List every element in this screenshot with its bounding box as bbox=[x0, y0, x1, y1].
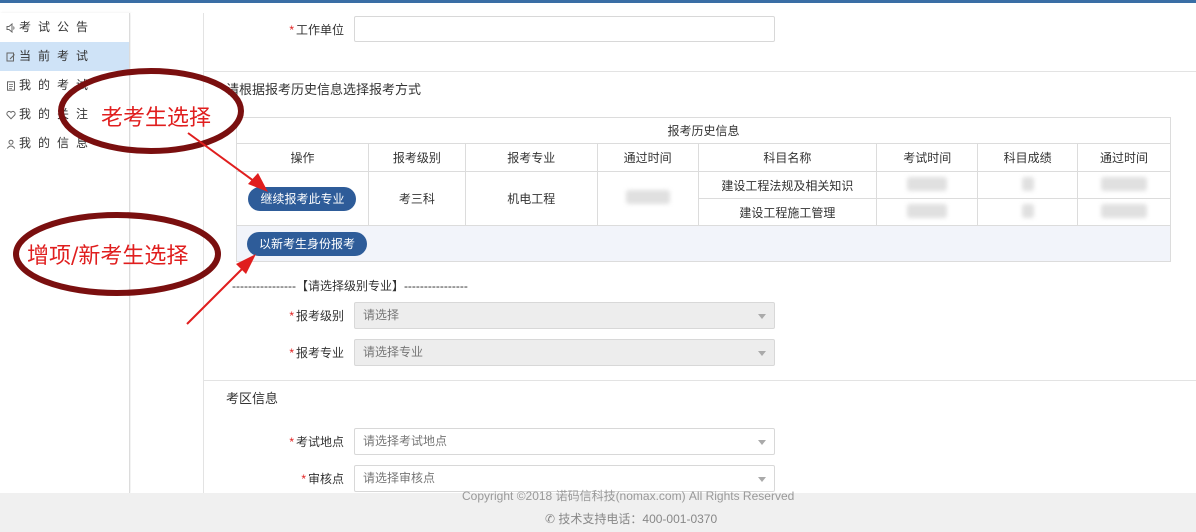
speaker-icon bbox=[5, 22, 17, 34]
redacted-value bbox=[907, 203, 948, 218]
redacted-value bbox=[625, 190, 670, 204]
redacted-value bbox=[1021, 176, 1034, 191]
register-as-new-candidate-button[interactable]: 以新考生身份报考 bbox=[247, 231, 368, 256]
column-header-pass-time: 通过时间 bbox=[596, 143, 699, 172]
chevron-down-icon bbox=[758, 314, 766, 319]
column-header-action: 操作 bbox=[236, 143, 369, 172]
new-candidate-annotation: 增项/新考生选择 bbox=[27, 244, 189, 269]
exam-location-label: * 考试地点 bbox=[289, 435, 344, 449]
column-header-level: 报考级别 bbox=[367, 143, 466, 172]
major-select[interactable]: 请选择专业 bbox=[354, 339, 775, 366]
sidebar-item-label: 当前考试 bbox=[19, 49, 96, 63]
subject-pass-time-cell bbox=[1077, 198, 1171, 226]
sidebar-item-label: 考试公告 bbox=[19, 20, 96, 34]
exam-location-row: * 考试地点 请选择考试地点 bbox=[204, 428, 775, 455]
pass-time-cell bbox=[596, 171, 699, 226]
copyright-text: Copyright ©2018 诺码信科技(nomax.com) All Rig… bbox=[462, 489, 795, 503]
heart-icon bbox=[5, 109, 17, 121]
chevron-down-icon bbox=[758, 477, 766, 482]
continue-major-button[interactable]: 继续报考此专业 bbox=[248, 186, 357, 211]
redacted-value bbox=[907, 176, 948, 191]
major-cell: 机电工程 bbox=[464, 171, 598, 226]
history-table: 报考历史信息 操作 报考级别 报考专业 通过时间 科目名称 考试时间 科目成绩 … bbox=[236, 117, 1171, 262]
user-icon bbox=[5, 138, 17, 150]
main-content: * 工作单位 请根据报考历史信息选择报考方式 报考历史信息 操作 报考级别 报考专… bbox=[203, 13, 1196, 493]
major-row: * 报考专业 请选择专业 bbox=[204, 339, 775, 366]
column-header-subject: 科目名称 bbox=[697, 143, 878, 172]
top-bar bbox=[0, 0, 1196, 3]
subject-cell: 建设工程施工管理 bbox=[697, 198, 878, 226]
exam-time-cell bbox=[876, 198, 979, 226]
section-divider bbox=[204, 71, 1196, 72]
table-row: 继续报考此专业 考三科 机电工程 建设工程法规及相关知识 bbox=[236, 171, 1171, 226]
work-unit-input[interactable] bbox=[354, 16, 775, 42]
sidebar-item-label: 我的考试 bbox=[19, 78, 96, 92]
exam-area-title: 考区信息 bbox=[220, 388, 285, 407]
column-header-score: 科目成绩 bbox=[977, 143, 1079, 172]
level-cell: 考三科 bbox=[367, 171, 466, 226]
major-label: * 报考专业 bbox=[289, 346, 344, 360]
history-table-caption: 报考历史信息 bbox=[236, 117, 1171, 144]
level-row: * 报考级别 请选择 bbox=[204, 302, 775, 329]
history-section-title: 请根据报考历史信息选择报考方式 bbox=[220, 79, 428, 98]
select-level-major-divider: ----------------【请选择级别专业】---------------… bbox=[232, 279, 468, 293]
chevron-down-icon bbox=[758, 440, 766, 445]
review-point-label: * 审核点 bbox=[301, 472, 344, 486]
redacted-value bbox=[1021, 203, 1034, 218]
sidebar-item-my-exams[interactable]: 我的考试 bbox=[0, 71, 129, 100]
sidebar-item-label: 我的关注 bbox=[19, 107, 96, 121]
old-candidate-annotation: 老考生选择 bbox=[101, 106, 212, 131]
column-header-subject-pass-time: 通过时间 bbox=[1077, 143, 1171, 172]
sidebar-item-current-exam[interactable]: 当前考试 bbox=[0, 42, 129, 71]
document-icon bbox=[5, 80, 17, 92]
level-label: * 报考级别 bbox=[289, 309, 344, 323]
score-cell bbox=[977, 171, 1079, 199]
edit-icon bbox=[5, 51, 17, 63]
new-candidate-row: 以新考生身份报考 bbox=[236, 225, 1171, 262]
exam-location-select[interactable]: 请选择考试地点 bbox=[354, 428, 775, 455]
column-header-exam-time: 考试时间 bbox=[876, 143, 979, 172]
support-phone: ✆ 技术支持电话：400-001-0370 bbox=[545, 512, 718, 526]
work-unit-label: * 工作单位 bbox=[289, 22, 344, 37]
work-unit-row: * 工作单位 bbox=[204, 16, 775, 42]
chevron-down-icon bbox=[758, 351, 766, 356]
exam-time-cell bbox=[876, 171, 979, 199]
level-select[interactable]: 请选择 bbox=[354, 302, 775, 329]
phone-icon: ✆ bbox=[545, 512, 556, 526]
column-header-major: 报考专业 bbox=[464, 143, 598, 172]
section-divider bbox=[204, 380, 1196, 381]
subject-pass-time-cell bbox=[1077, 171, 1171, 199]
redacted-value bbox=[1101, 176, 1148, 191]
sidebar-item-my-info[interactable]: 我的信息 bbox=[0, 129, 129, 158]
redacted-value bbox=[1101, 203, 1148, 218]
action-cell: 继续报考此专业 bbox=[236, 171, 369, 226]
score-cell bbox=[977, 198, 1079, 226]
sidebar-item-announcements[interactable]: 考试公告 bbox=[0, 13, 129, 42]
sidebar-item-label: 我的信息 bbox=[19, 136, 96, 150]
subject-cell: 建设工程法规及相关知识 bbox=[697, 171, 878, 199]
